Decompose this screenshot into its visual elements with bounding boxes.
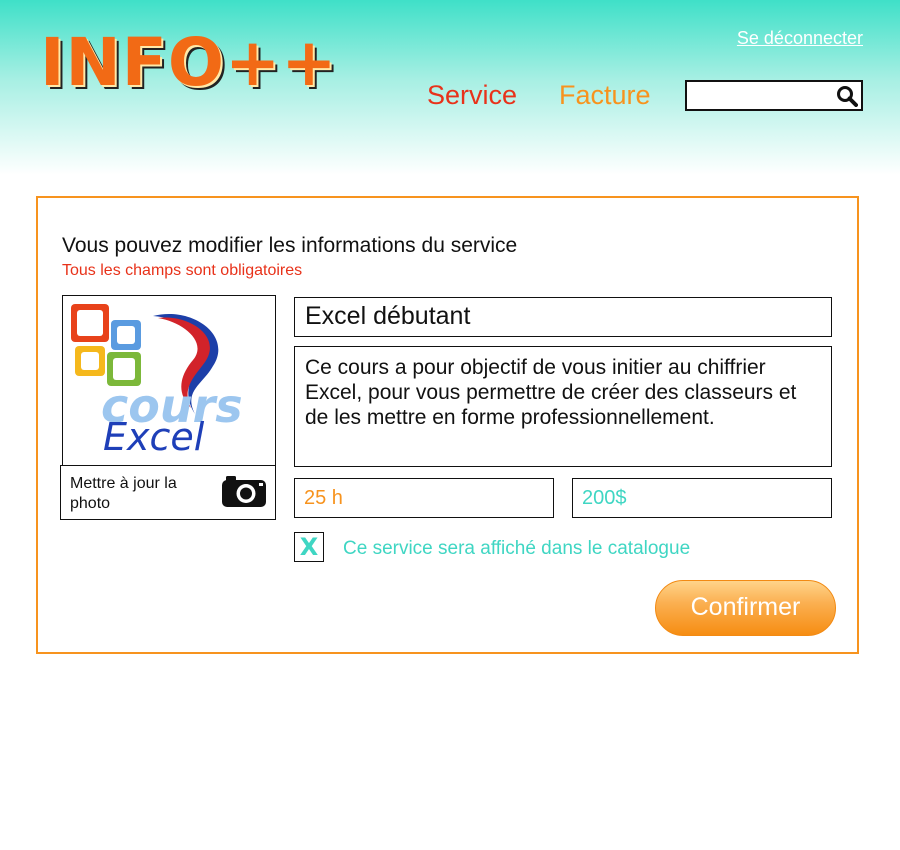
nav-service-link[interactable]: Service <box>427 80 517 111</box>
service-edit-card: Vous pouvez modifier les informations du… <box>36 196 859 654</box>
form-heading: Vous pouvez modifier les informations du… <box>62 234 518 257</box>
duration-input[interactable]: 25 h <box>294 478 554 518</box>
logo-word-excel: Excel <box>103 415 205 459</box>
required-note: Tous les champs sont obligatoires <box>62 262 303 279</box>
search-icon[interactable] <box>836 85 858 107</box>
nav-facture-link[interactable]: Facture <box>559 80 651 111</box>
price-input[interactable]: 200$ <box>572 478 832 518</box>
search-box <box>685 80 863 111</box>
confirm-button[interactable]: Confirmer <box>655 580 836 636</box>
update-photo-button[interactable]: Mettre à jour la photo <box>60 465 276 520</box>
logout-link[interactable]: Se déconnecter <box>737 28 863 49</box>
search-input[interactable] <box>691 85 831 106</box>
service-title-input[interactable]: Excel débutant <box>294 297 832 337</box>
catalog-checkbox[interactable]: X <box>294 532 324 562</box>
service-description-textarea[interactable]: Ce cours a pour objectif de vous initier… <box>294 346 832 467</box>
service-photo: cours Excel <box>62 295 276 466</box>
update-photo-label: Mettre à jour la photo <box>70 475 177 512</box>
logo[interactable]: INFO++ <box>40 30 338 96</box>
camera-icon <box>222 476 266 507</box>
catalog-checkbox-label[interactable]: Ce service sera affiché dans le catalogu… <box>343 538 690 560</box>
excel-course-image: cours Excel <box>71 304 243 459</box>
header: INFO++ Se déconnecter Service Facture <box>0 0 900 175</box>
